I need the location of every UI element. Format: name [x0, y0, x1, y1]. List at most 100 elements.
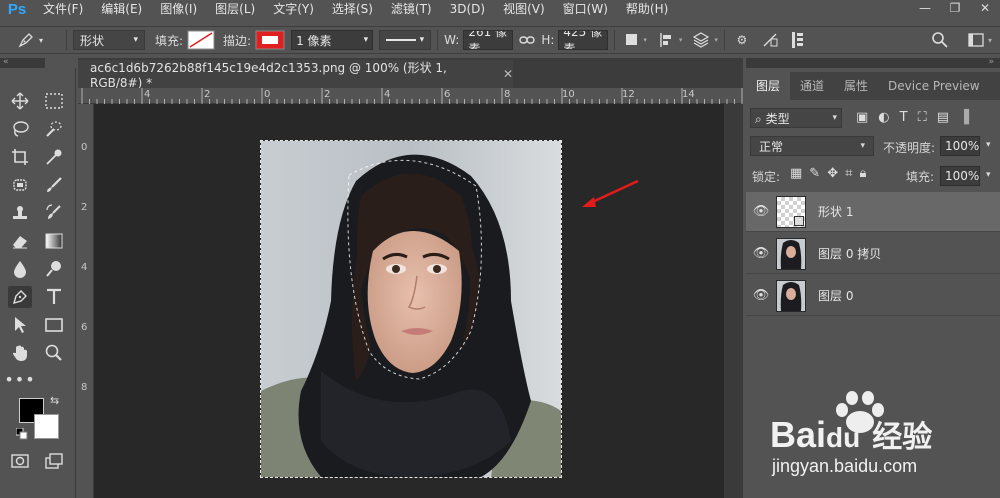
default-colors-icon[interactable]	[15, 427, 28, 443]
document-image[interactable]	[260, 140, 562, 478]
screen-mode-icon[interactable]	[42, 450, 66, 472]
layer-row-layer-0-copy[interactable]: 👁︎ 图层 0 拷贝	[746, 234, 1000, 274]
layer-filter-select[interactable]: ⌕ 类型 ▾	[750, 108, 842, 128]
blend-mode-select[interactable]: 正常 ▾	[750, 136, 874, 156]
chevron-down-icon: ▾	[678, 36, 683, 44]
quick-selection-tool-icon[interactable]	[42, 118, 66, 140]
path-options-icon[interactable]	[785, 31, 811, 49]
menu-edit[interactable]: 编辑(E)	[92, 0, 151, 18]
lock-transparent-icon[interactable]: ▦	[790, 166, 802, 181]
fill-opacity-field[interactable]: 100%	[940, 166, 980, 186]
tab-layers[interactable]: 图层	[746, 72, 791, 100]
toolbar-collapse-handle[interactable]: «	[0, 58, 45, 68]
lock-artboard-icon[interactable]: ⌗	[845, 166, 852, 181]
mode-select[interactable]: 形状 ▾	[73, 30, 145, 50]
stroke-width-value: 1 像素	[296, 33, 332, 48]
layer-row-layer-0[interactable]: 👁︎ 图层 0	[746, 276, 1000, 316]
visibility-eye-icon[interactable]: 👁︎	[746, 204, 776, 219]
menu-file[interactable]: 文件(F)	[34, 0, 92, 18]
eyedropper-tool-icon[interactable]	[42, 146, 66, 168]
stamp-tool-icon[interactable]	[8, 202, 32, 224]
stroke-type-select[interactable]: ▾	[379, 30, 432, 50]
workspace-icon[interactable]	[966, 33, 986, 47]
lasso-tool-icon[interactable]	[8, 118, 32, 140]
smart-object-filter-icon[interactable]: ▤	[937, 110, 949, 125]
tab-channels[interactable]: 通道	[790, 72, 834, 100]
menu-help[interactable]: 帮助(H)	[617, 0, 677, 18]
link-icon[interactable]	[519, 34, 536, 46]
move-tool-icon[interactable]	[8, 90, 32, 112]
ruler-label: 12	[622, 89, 635, 100]
swap-colors-icon[interactable]: ⇆	[50, 394, 59, 407]
close-window-button[interactable]: ✕	[970, 0, 1000, 18]
path-alignment-icon[interactable]	[653, 32, 679, 48]
tab-properties[interactable]: 属性	[834, 72, 878, 100]
hand-tool-icon[interactable]	[8, 342, 32, 364]
panel-collapse-handle[interactable]: »	[746, 58, 1000, 68]
lock-all-icon[interactable]: 🔒︎	[859, 166, 866, 181]
history-brush-tool-icon[interactable]	[42, 202, 66, 224]
marquee-tool-icon[interactable]	[42, 90, 66, 112]
menu-3d[interactable]: 3D(D)	[441, 0, 494, 18]
visibility-eye-icon[interactable]: 👁︎	[746, 246, 776, 261]
close-icon[interactable]: ✕	[503, 67, 513, 81]
visibility-eye-icon[interactable]: 👁︎	[746, 288, 776, 303]
brush-tool-icon[interactable]	[42, 174, 66, 196]
crop-tool-icon[interactable]	[8, 146, 32, 168]
more-tools-icon[interactable]: •••	[4, 368, 34, 390]
background-color-swatch[interactable]	[34, 414, 59, 439]
path-operations-icon[interactable]	[621, 33, 643, 47]
blur-tool-icon[interactable]	[8, 258, 32, 280]
layer-name: 图层 0 拷贝	[818, 247, 882, 261]
layer-filter-icons: ▣ ◐ T ⛶ ▤ ▐	[856, 110, 969, 125]
document-tab[interactable]: ac6c1d6b7262b88f145c19e4d2c1353.png @ 10…	[78, 60, 513, 90]
chevron-down-icon: ▾	[986, 140, 991, 150]
height-field[interactable]: 425 像素	[558, 30, 609, 50]
ruler-label: 0	[81, 142, 88, 153]
menu-filter[interactable]: 滤镜(T)	[382, 0, 441, 18]
gear-icon[interactable]: ⚙	[731, 33, 753, 47]
dodge-tool-icon[interactable]	[42, 258, 66, 280]
shape-filter-icon[interactable]: ⛶	[918, 110, 927, 125]
menu-type[interactable]: 文字(Y)	[264, 0, 323, 18]
eraser-tool-icon[interactable]	[8, 230, 32, 252]
menu-layer[interactable]: 图层(L)	[206, 0, 264, 18]
menu-image[interactable]: 图像(I)	[151, 0, 206, 18]
zoom-tool-icon[interactable]	[42, 342, 66, 364]
stroke-width-field[interactable]: 1 像素 ▾	[291, 30, 374, 50]
tool-preset-picker[interactable]: ▾	[0, 26, 60, 54]
align-edges-icon[interactable]	[757, 32, 783, 48]
ruler-label: 6	[444, 89, 451, 100]
pen-tool-icon[interactable]	[8, 286, 32, 308]
healing-brush-tool-icon[interactable]	[8, 174, 32, 196]
image-filter-icon[interactable]: ▣	[856, 110, 868, 125]
menu-select[interactable]: 选择(S)	[323, 0, 382, 18]
menu-window[interactable]: 窗口(W)	[554, 0, 617, 18]
restore-button[interactable]: ❐	[940, 0, 970, 18]
quick-mask-icon[interactable]	[8, 450, 32, 472]
menu-bar: Ps 文件(F) 编辑(E) 图像(I) 图层(L) 文字(Y) 选择(S) 滤…	[0, 0, 1000, 18]
mode-select-value: 形状	[80, 33, 105, 48]
fill-swatch[interactable]	[187, 26, 215, 54]
lock-position-icon[interactable]: ✥	[827, 166, 838, 181]
path-arrangement-icon[interactable]	[688, 32, 714, 48]
filter-toggle-icon[interactable]: ▐	[959, 110, 969, 125]
canvas-scrollbar[interactable]	[724, 104, 743, 498]
stroke-swatch[interactable]	[255, 26, 285, 54]
separator	[723, 30, 725, 50]
tab-device-preview[interactable]: Device Preview	[878, 72, 990, 100]
search-icon[interactable]	[930, 32, 950, 48]
lock-pixels-icon[interactable]: ✎	[809, 166, 820, 181]
menu-view[interactable]: 视图(V)	[494, 0, 554, 18]
gradient-tool-icon[interactable]	[42, 230, 66, 252]
opacity-field[interactable]: 100%	[940, 136, 980, 156]
width-field[interactable]: 261 像素	[463, 30, 514, 50]
rectangle-tool-icon[interactable]	[42, 314, 66, 336]
layer-row-shape-1[interactable]: 👁︎ 形状 1	[746, 192, 1000, 232]
minimize-button[interactable]: —	[910, 0, 940, 18]
path-selection-tool-icon[interactable]	[8, 314, 32, 336]
type-tool-icon[interactable]	[42, 286, 66, 308]
fill-label: 填充:	[155, 33, 184, 48]
adjustment-filter-icon[interactable]: ◐	[878, 110, 889, 125]
text-filter-icon[interactable]: T	[900, 110, 908, 125]
